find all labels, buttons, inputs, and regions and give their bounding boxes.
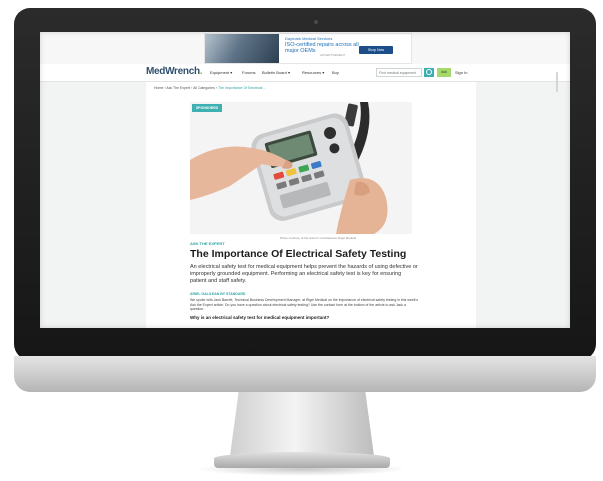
ad-small-text: Daymark Medical Services: [285, 36, 333, 41]
monitor-chin: [14, 356, 596, 392]
search-input[interactable]: Find medical equipment: [376, 68, 422, 77]
nav-item-resources[interactable]: Resources ▾: [302, 70, 324, 75]
ask-button[interactable]: Ask: [437, 68, 451, 77]
article-kicker[interactable]: ASK THE EXPERT: [190, 241, 225, 246]
search-icon: [426, 69, 432, 75]
logo-mark: .: [199, 66, 203, 77]
ad-tag: ADVERTISEMENT: [320, 53, 346, 57]
sponsored-badge: SPONSORED: [192, 104, 222, 112]
photo-credit: Photo courtesy of the tester's manufactu…: [280, 236, 357, 240]
breadcrumb-current: The Importance Of Electrical ...: [217, 86, 267, 90]
breadcrumb-ask-the-expert[interactable]: Ask The Expert: [166, 86, 190, 90]
nav-item-bulletin-board[interactable]: Bulletin Board ▾: [262, 70, 290, 75]
ad-cta-button[interactable]: Shop Now: [359, 46, 393, 54]
breadcrumb-home[interactable]: Home: [154, 86, 163, 90]
search-button[interactable]: [424, 68, 434, 77]
article-summary: An electrical safety test for medical eq…: [190, 264, 418, 284]
article-author-line[interactable]: ARIEL GALILEAN BY STANDARD: [190, 292, 245, 296]
breadcrumb-all-categories[interactable]: All Categories: [193, 86, 215, 90]
ad-image: [205, 34, 279, 63]
navbar: MedWrench. Equipment ▾ Forums Bulletin B…: [40, 64, 570, 82]
monitor-stand-neck: [230, 392, 374, 456]
ad-box[interactable]: Daymark Medical Services ISO-certified r…: [204, 33, 412, 64]
monitor-screen: Daymark Medical Services ISO-certified r…: [40, 32, 570, 328]
article-title: The Importance Of Electrical Safety Test…: [190, 248, 407, 260]
scrollbar[interactable]: [556, 72, 558, 92]
hero-image: SPONSORED: [190, 102, 412, 234]
article-body: We spoke with Jack Barrett, Technical Bu…: [190, 298, 418, 312]
safety-tester-photo: [190, 102, 412, 234]
site-logo[interactable]: MedWrench.: [146, 66, 203, 77]
logo-wordmark: MedWrench: [146, 66, 200, 77]
breadcrumb-separator: ›: [215, 86, 218, 90]
sign-in-link[interactable]: Sign In: [455, 70, 467, 75]
breadcrumb: Home › Ask The Expert › All Categories ›…: [154, 86, 266, 90]
ad-banner: Daymark Medical Services ISO-certified r…: [40, 32, 570, 64]
monitor-stand-base: [214, 452, 390, 468]
camera-dot: [314, 20, 318, 24]
nav-item-equipment[interactable]: Equipment ▾: [210, 70, 232, 75]
article-subheading: Why is an electrical safety test for med…: [190, 315, 330, 320]
nav-item-forums[interactable]: Forums: [242, 70, 256, 75]
article-card: Home › Ask The Expert › All Categories ›…: [146, 82, 476, 328]
nav-item-buy[interactable]: Buy: [332, 70, 339, 75]
